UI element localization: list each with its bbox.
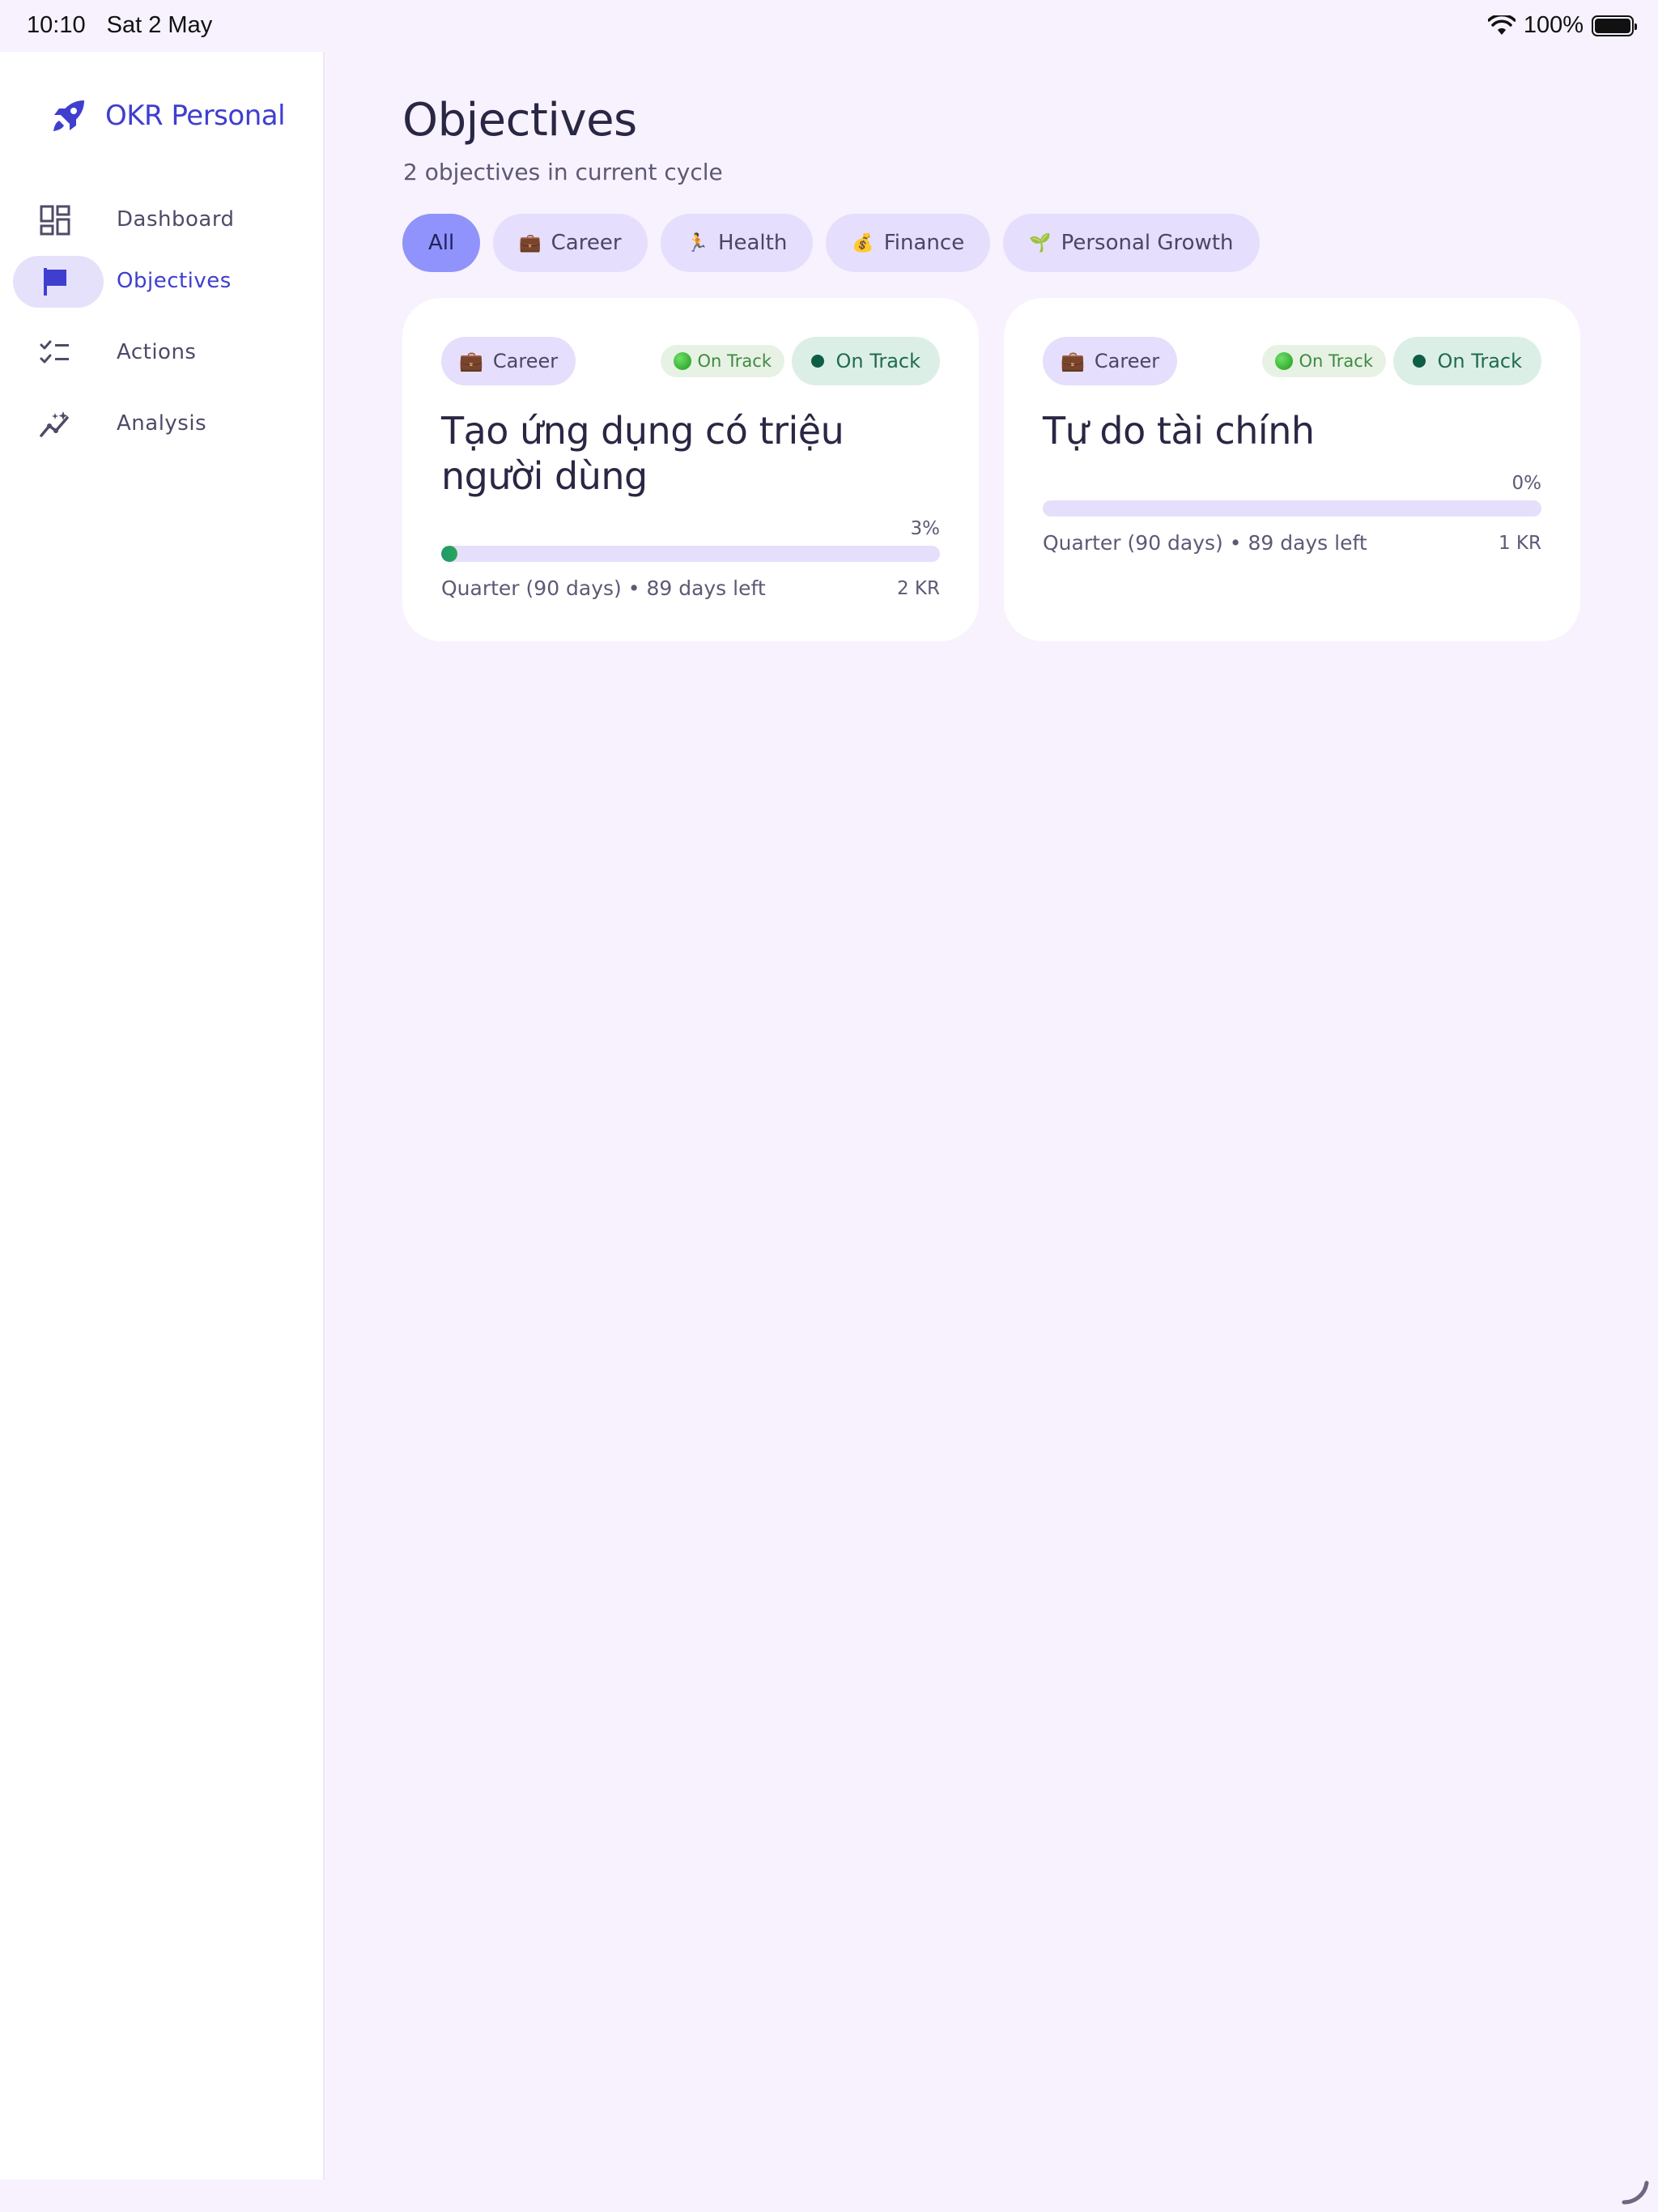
objective-title: Tự do tài chính (1043, 409, 1315, 453)
progress-percent: 0% (1511, 473, 1542, 494)
briefcase-icon: 💼 (1061, 350, 1085, 372)
status-dot-icon (811, 355, 825, 368)
progress-percent: 3% (910, 518, 941, 539)
objective-card[interactable]: 💼 Career On Track On Track Tạo ứng dụng … (402, 298, 979, 641)
status-date: Sat 2 May (106, 12, 213, 38)
money-bag-icon: 💰 (852, 232, 874, 253)
wifi-icon (1487, 15, 1516, 35)
sidebar-item-label: Objectives (117, 269, 232, 293)
category-label: Career (492, 350, 559, 372)
category-tag: 💼 Career (1043, 337, 1178, 385)
status-badge-small: On Track (1261, 345, 1386, 377)
filter-chip-finance[interactable]: 💰 Finance (826, 214, 991, 272)
sidebar-item-actions[interactable]: Actions (13, 327, 196, 379)
category-label: Career (1094, 350, 1160, 372)
sidebar-item-label: Dashboard (117, 207, 235, 232)
sidebar-item-label: Analysis (117, 411, 207, 436)
sidebar-item-label: Actions (117, 340, 197, 364)
objective-meta: Quarter (90 days) • 89 days left (441, 576, 766, 600)
green-circle-icon (673, 352, 691, 370)
green-circle-icon (1274, 352, 1293, 370)
sidebar: OKR Personal Dashboard Objectives Action… (0, 52, 325, 2180)
objective-meta: Quarter (90 days) • 89 days left (1043, 531, 1367, 555)
filter-chip-personal-growth[interactable]: 🌱 Personal Growth (1003, 214, 1260, 272)
kr-count: 2 KR (896, 578, 940, 599)
filter-chip-label: All (428, 231, 455, 255)
main-content: Objectives 2 objectives in current cycle… (325, 52, 1658, 2180)
flag-icon (44, 268, 66, 296)
resize-handle-icon (1622, 2180, 1649, 2205)
status-badge: On Track (1393, 337, 1541, 385)
status-bar: 10:10 Sat 2 May 100% (0, 0, 1658, 52)
status-text: On Track (1437, 350, 1522, 372)
status-text: On Track (697, 351, 772, 371)
objective-card[interactable]: 💼 Career On Track On Track Tự do tài chí… (1004, 298, 1580, 641)
filter-chip-label: Finance (883, 231, 965, 255)
briefcase-icon: 💼 (459, 350, 483, 372)
page-title: Objectives (402, 94, 637, 147)
filter-chip-label: Personal Growth (1061, 231, 1234, 255)
briefcase-icon: 💼 (519, 232, 542, 253)
progress-fill (441, 546, 457, 562)
filter-chip-label: Career (551, 231, 622, 255)
filter-chip-label: Health (717, 231, 788, 255)
runner-icon: 🏃 (686, 232, 708, 253)
battery-percent: 100% (1523, 12, 1584, 38)
filter-chip-health[interactable]: 🏃 Health (660, 214, 814, 272)
brand[interactable]: OKR Personal (49, 96, 286, 136)
objective-title: Tạo ứng dụng có triệu người dùng (441, 409, 844, 498)
battery-icon (1592, 15, 1637, 36)
sidebar-item-objectives[interactable]: Objectives (13, 256, 231, 308)
checklist-icon (40, 340, 69, 364)
status-badge: On Track (792, 337, 940, 385)
sidebar-item-dashboard[interactable]: Dashboard (13, 194, 234, 246)
filter-chip-all[interactable]: All (402, 214, 481, 272)
seedling-icon: 🌱 (1029, 232, 1052, 253)
status-badge-small: On Track (660, 345, 784, 377)
status-text: On Track (1299, 351, 1373, 371)
category-filters: All 💼 Career 🏃 Health 💰 Finance 🌱 Person… (402, 214, 1260, 272)
analytics-icon (40, 411, 69, 437)
progress-bar (441, 546, 940, 562)
sidebar-item-analysis[interactable]: Analysis (13, 398, 206, 450)
rocket-icon (53, 100, 84, 131)
status-time: 10:10 (27, 12, 86, 38)
status-text: On Track (835, 350, 920, 372)
page-subtitle: 2 objectives in current cycle (403, 159, 723, 185)
filter-chip-career[interactable]: 💼 Career (493, 214, 648, 272)
brand-name: OKR Personal (105, 100, 286, 132)
kr-count: 1 KR (1498, 533, 1541, 554)
status-dot-icon (1413, 355, 1426, 368)
category-tag: 💼 Career (441, 337, 576, 385)
dashboard-icon (40, 205, 70, 236)
progress-bar (1043, 500, 1541, 517)
